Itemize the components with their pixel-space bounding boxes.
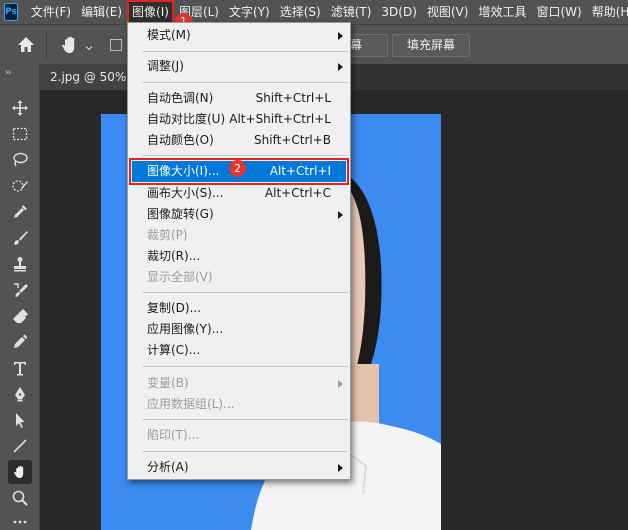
menu-item-label: 模式(M) [147,28,191,42]
menu-item-canvas-size[interactable]: 画布大小(S)... Alt+Ctrl+C [128,183,350,204]
menu-divider [142,51,348,52]
menu-divider [142,419,348,420]
menu-divider [142,451,348,452]
menu-item-mode[interactable]: 模式(M) [128,25,350,46]
menu-item-label: 自动对比度(U) [147,112,226,126]
menu-item-calculations[interactable]: 计算(C)... [128,340,350,361]
type-tool-icon[interactable] [8,356,32,380]
history-brush-tool-icon[interactable] [8,278,32,302]
menu-item-label: 应用数据组(L)... [147,397,235,411]
menu-item-auto-color[interactable]: 自动颜色(O) Shift+Ctrl+B [128,130,350,151]
menu-type[interactable]: 文字(Y) [224,0,275,24]
brush-tool-icon[interactable] [8,226,32,250]
menu-item-label: 裁切(R)... [147,249,201,263]
menu-item-apply-data-set: 应用数据组(L)... [128,394,350,415]
menu-divider [142,366,348,367]
menu-filter[interactable]: 滤镜(T) [326,0,377,24]
quick-selection-tool-icon[interactable] [8,174,32,198]
line-tool-icon[interactable] [8,434,32,458]
menu-item-auto-tone[interactable]: 自动色调(N) Shift+Ctrl+L [128,88,350,109]
menu-item-label: 裁剪(P) [147,228,188,242]
menu-item-label: 自动色调(N) [147,91,214,105]
menu-divider [142,82,348,83]
menu-item-auto-contrast[interactable]: 自动对比度(U) Alt+Shift+Ctrl+L [128,109,350,130]
photoshop-window: Ps 文件(F) 编辑(E) 图像(I) 图层(L) 文字(Y) 选择(S) 滤… [0,0,628,530]
menu-item-label: 陷印(T)... [147,428,200,442]
menu-item-shortcut: Shift+Ctrl+B [254,133,331,147]
menu-item-label: 计算(C)... [147,343,201,357]
menu-plugins[interactable]: 增效工具 [473,0,531,24]
menu-item-analysis[interactable]: 分析(A) [128,457,350,478]
menu-3d[interactable]: 3D(D) [376,0,421,24]
more-tools-icon[interactable] [8,510,32,530]
menu-item-shortcut: Alt+Ctrl+C [264,186,331,200]
menu-edit[interactable]: 编辑(E) [76,0,127,24]
hand-tool-preset-icon[interactable] [58,33,82,57]
callout-badge-2: 2 [229,160,246,177]
submenu-arrow-icon [338,211,343,219]
menu-item-label: 画布大小(S)... [147,186,224,200]
submenu-arrow-icon [338,63,343,71]
menu-item-variables: 变量(B) [128,373,350,394]
submenu-arrow-icon [338,380,343,388]
menu-item-apply-image[interactable]: 应用图像(Y)... [128,319,350,340]
menu-item-image-rotation[interactable]: 图像旋转(G) [128,204,350,225]
menu-help[interactable]: 帮助(H) [587,0,628,24]
menu-item-duplicate[interactable]: 复制(D)... [128,298,350,319]
hand-tool-icon[interactable] [8,460,32,484]
menu-item-adjustments[interactable]: 调整(J) [128,56,350,77]
move-tool-icon[interactable] [8,96,32,120]
menu-item-label: 调整(J) [147,59,184,73]
menu-item-trim[interactable]: 裁切(R)... [128,246,350,267]
chevron-down-icon[interactable] [85,41,93,51]
menu-window[interactable]: 窗口(W) [531,0,586,24]
eyedropper-tool-icon[interactable] [8,200,32,224]
submenu-arrow-icon [338,464,343,472]
menu-image[interactable]: 图像(I) [127,0,174,24]
panel-collapse-icon[interactable]: ›› [5,68,11,78]
tools-panel: ›› [0,64,40,530]
menu-select[interactable]: 选择(S) [275,0,326,24]
image-menu-dropdown: 模式(M) 调整(J) 自动色调(N) Shift+Ctrl+L 自动对比度(U… [127,22,351,480]
menu-divider [142,292,348,293]
menu-item-shortcut: Alt+Shift+Ctrl+L [229,112,331,126]
menu-item-label: 图像旋转(G) [147,207,214,221]
menu-item-label: 应用图像(Y)... [147,322,224,336]
menu-item-label: 自动颜色(O) [147,133,214,147]
menu-item-label: 显示全部(V) [147,270,213,284]
submenu-arrow-icon [338,32,343,40]
zoom-tool-icon[interactable] [8,486,32,510]
fill-screen-button[interactable]: 填充屏幕 [392,34,471,57]
marquee-tool-icon[interactable] [8,122,32,146]
menubar: Ps 文件(F) 编辑(E) 图像(I) 图层(L) 文字(Y) 选择(S) 滤… [0,0,628,24]
menu-item-reveal-all: 显示全部(V) [128,267,350,288]
path-selection-tool-icon[interactable] [8,408,32,432]
gradient-tool-icon[interactable] [8,330,32,354]
home-icon[interactable] [16,35,36,55]
menu-file[interactable]: 文件(F) [26,0,76,24]
menu-item-shortcut: Alt+Ctrl+I [269,164,331,178]
options-divider [46,31,47,59]
ps-logo[interactable]: Ps [4,3,18,21]
scroll-all-windows-checkbox[interactable] [110,39,122,51]
menu-divider [142,155,348,156]
menu-item-label: 复制(D)... [147,301,202,315]
menu-item-label: 分析(A) [147,460,189,474]
menu-item-label: 变量(B) [147,376,189,390]
pen-tool-icon[interactable] [8,382,32,406]
menu-item-shortcut: Shift+Ctrl+L [255,91,331,105]
document-tab[interactable]: 2.jpg @ 50%( [40,64,135,90]
lasso-tool-icon[interactable] [8,148,32,172]
menu-item-trap: 陷印(T)... [128,425,350,446]
menu-item-label: 图像大小(I)... [147,164,220,178]
menu-item-crop: 裁剪(P) [128,225,350,246]
stamp-tool-icon[interactable] [8,252,32,276]
eraser-tool-icon[interactable] [8,304,32,328]
menu-view[interactable]: 视图(V) [422,0,474,24]
